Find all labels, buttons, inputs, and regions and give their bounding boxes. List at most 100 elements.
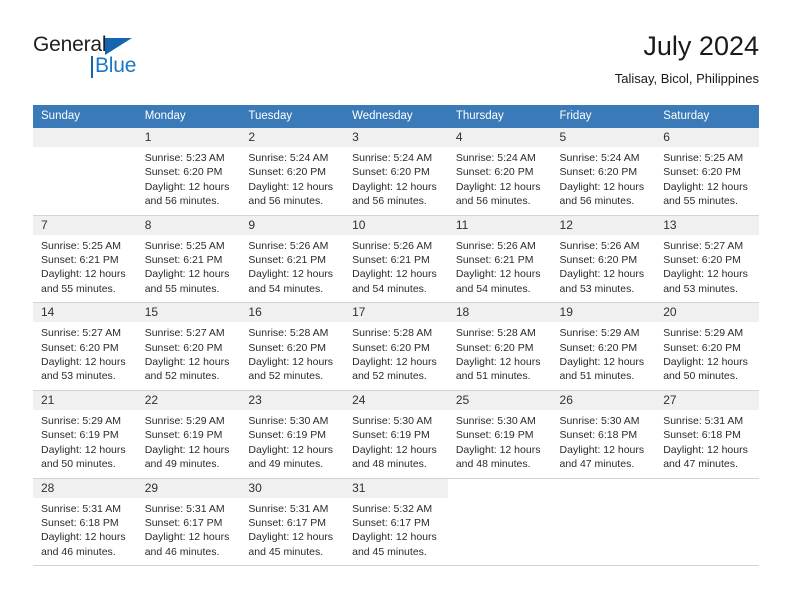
calendar-day-cell[interactable]: 10 Sunrise: 5:26 AM Sunset: 6:21 PM Dayligh… — [344, 215, 448, 304]
day-number: 31 — [344, 478, 448, 498]
sunrise-text: Sunrise: 5:26 AM — [248, 239, 329, 252]
sunrise-text: Sunrise: 5:24 AM — [455, 152, 536, 164]
day-number: 14 — [33, 303, 137, 323]
title-block: July 2024 Talisay, Bicol, Philippines — [615, 30, 759, 88]
calendar-day-cell[interactable]: 9 Sunrise: 5:26 AM Sunset: 6:21 PM Daylight… — [240, 215, 345, 304]
calendar-day-cell[interactable]: 19 Sunrise: 5:29 AM Sunset: 6:20 PM Dayligh… — [551, 302, 656, 391]
page-title: July 2024 — [643, 31, 759, 61]
day-details: Sunrise: 5:28 AM Sunset: 6:20 PM Daylight:… — [240, 322, 344, 390]
daylight-text: Daylight: 12 hours and 45 minutes. — [248, 531, 334, 558]
calendar-day-cell[interactable]: 6 Sunrise: 5:25 AM Sunset: 6:20 PM Daylight… — [655, 128, 759, 216]
day-number — [33, 128, 137, 147]
day-details: Sunrise: 5:28 AM Sunset: 6:20 PM Daylight:… — [344, 322, 448, 390]
logo-secondary-text: Blue — [95, 54, 137, 77]
sunrise-text: Sunrise: 5:28 AM — [248, 327, 329, 340]
calendar-day-cell[interactable]: 22 Sunrise: 5:29 AM Sunset: 6:19 PM Dayligh… — [136, 390, 241, 479]
calendar-day-cell[interactable]: 4 Sunrise: 5:24 AM Sunset: 6:20 PM Daylight… — [447, 128, 552, 216]
daylight-text: Daylight: 12 hours and 52 minutes. — [352, 356, 437, 383]
sunrise-text: Sunrise: 5:31 AM — [248, 502, 329, 515]
calendar-day-cell[interactable]: 17 Sunrise: 5:28 AM Sunset: 6:20 PM Dayligh… — [344, 302, 448, 391]
sunrise-text: Sunrise: 5:28 AM — [455, 327, 536, 340]
sunrise-text: Sunrise: 5:25 AM — [144, 239, 225, 252]
calendar-day-cell[interactable]: 27 Sunrise: 5:31 AM Sunset: 6:18 PM Dayligh… — [655, 390, 759, 479]
sunrise-text: Sunrise: 5:27 AM — [144, 327, 225, 340]
calendar-day-cell[interactable]: 14 Sunrise: 5:27 AM Sunset: 6:20 PM Dayligh… — [33, 302, 137, 391]
calendar-day-cell[interactable]: 18 Sunrise: 5:28 AM Sunset: 6:20 PM Dayligh… — [447, 302, 552, 391]
daylight-text: Daylight: 12 hours and 55 minutes. — [144, 268, 230, 295]
calendar-day-cell[interactable]: 16 Sunrise: 5:28 AM Sunset: 6:20 PM Dayligh… — [240, 302, 345, 391]
day-details: Sunrise: 5:29 AM Sunset: 6:19 PM Daylight:… — [137, 410, 241, 478]
day-number: 22 — [136, 390, 241, 410]
day-number: 24 — [344, 390, 448, 410]
calendar-day-cell[interactable]: 5 Sunrise: 5:24 AM Sunset: 6:20 PM Daylight… — [551, 128, 656, 216]
day-details: Sunrise: 5:25 AM Sunset: 6:21 PM Daylight:… — [33, 235, 137, 303]
calendar-day-cell[interactable]: 25 Sunrise: 5:30 AM Sunset: 6:19 PM Dayligh… — [447, 390, 552, 479]
sunrise-text: Sunrise: 5:26 AM — [559, 239, 640, 252]
calendar-day-cell[interactable]: 24 Sunrise: 5:30 AM Sunset: 6:19 PM Dayligh… — [344, 390, 448, 479]
logo-primary-text: General — [33, 33, 107, 56]
sunrise-text: Sunrise: 5:23 AM — [144, 152, 225, 164]
calendar-day-cell[interactable]: 26 Sunrise: 5:30 AM Sunset: 6:18 PM Dayligh… — [551, 390, 656, 479]
sunrise-text: Sunrise: 5:30 AM — [248, 414, 329, 427]
day-number: 9 — [240, 215, 345, 235]
calendar-day-cell[interactable]: 11 Sunrise: 5:26 AM Sunset: 6:21 PM Dayligh… — [447, 215, 552, 304]
calendar-day-cell[interactable]: 8 Sunrise: 5:25 AM Sunset: 6:21 PM Daylight… — [136, 215, 241, 304]
day-number: 23 — [240, 390, 345, 410]
day-details: Sunrise: 5:31 AM Sunset: 6:17 PM Daylight:… — [137, 498, 241, 566]
sunrise-text: Sunrise: 5:30 AM — [352, 414, 433, 427]
sunrise-text: Sunrise: 5:30 AM — [455, 414, 536, 427]
calendar-day-cell[interactable]: 21 Sunrise: 5:29 AM Sunset: 6:19 PM Dayligh… — [33, 390, 137, 479]
day-details: Sunrise: 5:28 AM Sunset: 6:20 PM Daylight:… — [448, 322, 552, 390]
calendar-day-cell[interactable]: 29 Sunrise: 5:31 AM Sunset: 6:17 PM Dayligh… — [136, 478, 241, 567]
calendar-day-cell[interactable]: 30 Sunrise: 5:31 AM Sunset: 6:17 PM Dayligh… — [240, 478, 345, 567]
day-number: 12 — [551, 215, 656, 235]
day-details: Sunrise: 5:29 AM Sunset: 6:20 PM Daylight:… — [655, 322, 759, 390]
sunrise-text: Sunrise: 5:29 AM — [41, 414, 121, 427]
calendar-empty-cell — [655, 478, 759, 567]
sunset-text: Sunset: 6:17 PM — [352, 516, 430, 529]
weekday-header-saturday: Saturday — [655, 105, 759, 128]
sunset-text: Sunset: 6:19 PM — [248, 429, 327, 442]
calendar-empty-cell — [447, 478, 552, 567]
calendar-day-cell[interactable]: 28 Sunrise: 5:31 AM Sunset: 6:18 PM Dayligh… — [33, 478, 137, 567]
calendar-day-cell[interactable]: 12 Sunrise: 5:26 AM Sunset: 6:20 PM Dayligh… — [551, 215, 656, 304]
daylight-text: Daylight: 12 hours and 50 minutes. — [663, 356, 748, 383]
sunset-text: Sunset: 6:18 PM — [663, 429, 741, 442]
daylight-text: Daylight: 12 hours and 50 minutes. — [41, 443, 126, 471]
sunset-text: Sunset: 6:20 PM — [352, 341, 430, 354]
calendar-day-cell[interactable]: 31 Sunrise: 5:32 AM Sunset: 6:17 PM Dayligh… — [344, 478, 448, 567]
calendar-day-cell[interactable]: 7 Sunrise: 5:25 AM Sunset: 6:21 PM Daylight… — [33, 215, 137, 304]
day-details: Sunrise: 5:26 AM Sunset: 6:20 PM Daylight:… — [552, 235, 656, 303]
day-details: Sunrise: 5:24 AM Sunset: 6:20 PM Daylight:… — [344, 147, 448, 215]
sunrise-text: Sunrise: 5:24 AM — [559, 152, 640, 164]
calendar-day-cell[interactable]: 2 Sunrise: 5:24 AM Sunset: 6:20 PM Daylight… — [240, 128, 345, 216]
sunset-text: Sunset: 6:20 PM — [455, 166, 534, 179]
sunrise-text: Sunrise: 5:28 AM — [352, 327, 433, 340]
day-number: 8 — [136, 215, 241, 235]
calendar-day-cell[interactable]: 23 Sunrise: 5:30 AM Sunset: 6:19 PM Dayligh… — [240, 390, 345, 479]
calendar-week-row: 1 Sunrise: 5:23 AM Sunset: 6:20 PM Daylight… — [33, 128, 759, 216]
daylight-text: Daylight: 12 hours and 54 minutes. — [455, 268, 541, 295]
weekday-header-thursday: Thursday — [447, 105, 552, 128]
calendar-week-row: 21 Sunrise: 5:29 AM Sunset: 6:19 PM Dayligh… — [33, 390, 759, 479]
sunset-text: Sunset: 6:20 PM — [559, 341, 638, 354]
calendar-day-cell[interactable]: 13 Sunrise: 5:27 AM Sunset: 6:20 PM Dayligh… — [655, 215, 759, 304]
calendar-day-cell[interactable]: 15 Sunrise: 5:27 AM Sunset: 6:20 PM Dayligh… — [136, 302, 241, 391]
daylight-text: Daylight: 12 hours and 46 minutes. — [41, 531, 126, 558]
calendar-day-cell[interactable]: 1 Sunrise: 5:23 AM Sunset: 6:20 PM Daylight… — [136, 128, 241, 216]
sunset-text: Sunset: 6:19 PM — [41, 429, 119, 442]
daylight-text: Daylight: 12 hours and 47 minutes. — [663, 443, 748, 471]
sunrise-text: Sunrise: 5:26 AM — [455, 239, 536, 252]
calendar-day-cell[interactable]: 20 Sunrise: 5:29 AM Sunset: 6:20 PM Dayligh… — [655, 302, 759, 391]
calendar-day-cell[interactable]: 3 Sunrise: 5:24 AM Sunset: 6:20 PM Daylight… — [344, 128, 448, 216]
day-details: Sunrise: 5:27 AM Sunset: 6:20 PM Daylight:… — [655, 235, 759, 303]
sunrise-text: Sunrise: 5:31 AM — [663, 414, 744, 427]
daylight-text: Daylight: 12 hours and 53 minutes. — [559, 268, 645, 295]
logo-divider-bar — [91, 56, 93, 78]
sunset-text: Sunset: 6:20 PM — [663, 341, 741, 354]
daylight-text: Daylight: 12 hours and 51 minutes. — [455, 356, 541, 383]
sunset-text: Sunset: 6:20 PM — [144, 341, 223, 354]
daylight-text: Daylight: 12 hours and 56 minutes. — [248, 180, 334, 208]
day-details: Sunrise: 5:30 AM Sunset: 6:19 PM Daylight:… — [448, 410, 552, 478]
calendar-page: General Blue July 2024 Talisay, Bicol, P… — [0, 0, 792, 612]
